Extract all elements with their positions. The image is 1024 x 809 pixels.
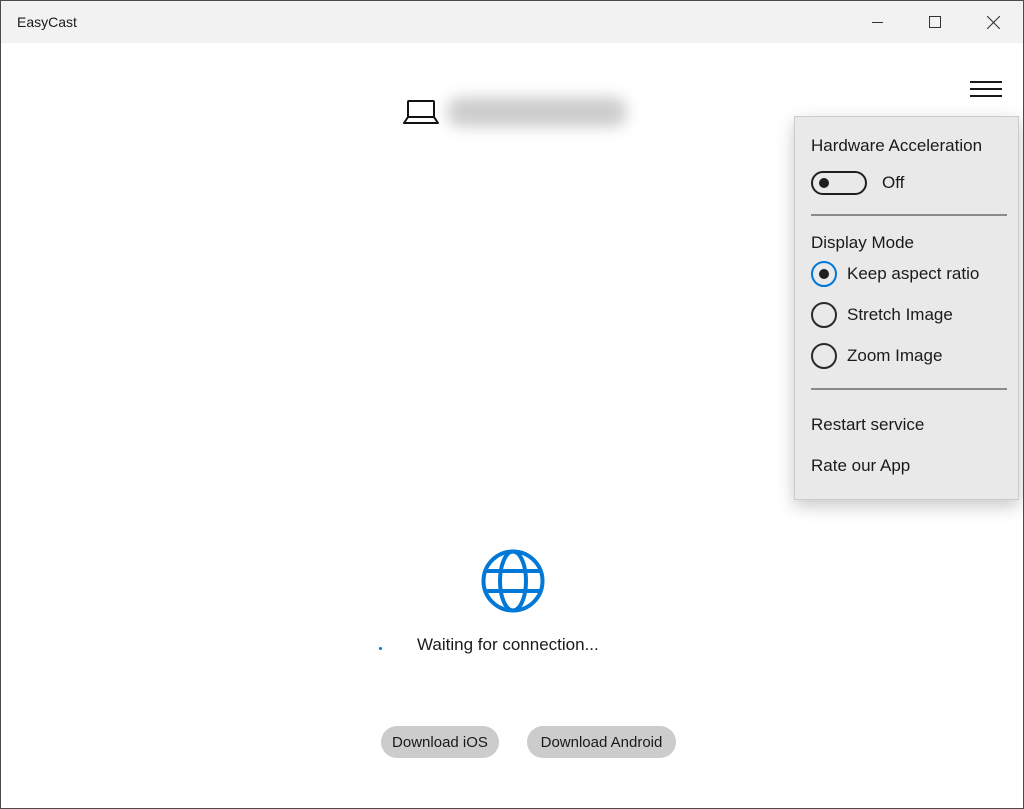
receiver-device [403, 97, 627, 127]
laptop-icon [403, 100, 439, 124]
hardware-acceleration-toggle[interactable] [811, 171, 867, 195]
globe-icon [481, 549, 545, 613]
progress-ring-dot [379, 647, 382, 650]
divider [811, 388, 1007, 390]
hardware-acceleration-label: Hardware Acceleration [811, 136, 983, 155]
download-android-button[interactable]: Download Android [527, 726, 676, 758]
toggle-knob [819, 178, 829, 188]
radio-label: Zoom Image [847, 346, 943, 365]
maximize-button[interactable] [906, 1, 964, 43]
title-bar[interactable]: EasyCast [1, 1, 1023, 43]
rate-app-item[interactable]: Rate our App [811, 456, 910, 476]
radio-zoom-image[interactable]: Zoom Image [811, 342, 942, 370]
divider [811, 214, 1007, 216]
maximize-icon [929, 16, 941, 28]
radio-label: Stretch Image [847, 305, 953, 324]
app-window: EasyCast Hardware Acceleration Off Displ… [0, 0, 1024, 809]
toggle-state-label: Off [882, 173, 905, 192]
settings-flyout: Hardware Acceleration Off Display Mode K… [794, 116, 1019, 500]
minimize-button[interactable] [849, 1, 907, 43]
radio-button[interactable] [811, 302, 837, 328]
hamburger-menu-icon [970, 81, 1002, 97]
close-icon [986, 15, 1000, 29]
menu-button[interactable] [963, 75, 1009, 105]
device-name-redacted [447, 97, 627, 127]
download-ios-button[interactable]: Download iOS [381, 726, 499, 758]
radio-keep-aspect-ratio[interactable]: Keep aspect ratio [811, 260, 979, 288]
radio-label: Keep aspect ratio [847, 264, 980, 283]
connection-status: Waiting for connection... [417, 635, 599, 654]
radio-button[interactable] [811, 343, 837, 369]
radio-button-checked[interactable] [811, 261, 837, 287]
minimize-icon [872, 22, 883, 23]
display-mode-label: Display Mode [811, 233, 914, 252]
restart-service-item[interactable]: Restart service [811, 415, 924, 435]
close-button[interactable] [964, 1, 1022, 43]
radio-stretch-image[interactable]: Stretch Image [811, 301, 953, 329]
app-title: EasyCast [17, 14, 77, 30]
